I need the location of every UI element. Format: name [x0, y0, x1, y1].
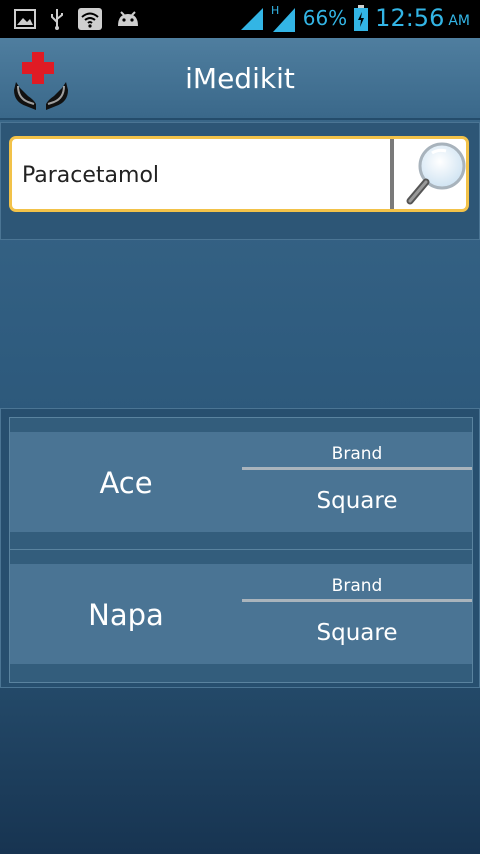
image-icon	[14, 9, 36, 29]
wifi-icon	[78, 8, 102, 30]
magnifier-icon	[406, 142, 466, 205]
clock-time: 12:56	[375, 4, 445, 32]
search-input[interactable]: Paracetamol	[22, 163, 159, 188]
result-card[interactable]: Napa Brand Square	[10, 564, 472, 664]
battery-charging-icon	[353, 5, 369, 31]
brand-label: Brand	[331, 444, 383, 464]
results-list: Ace Brand Square Napa Brand Square	[0, 408, 480, 688]
app-bar: iMedikit	[0, 38, 480, 120]
search-panel: Paracetamol	[0, 122, 480, 240]
usb-icon	[50, 8, 64, 30]
network-type: H	[271, 4, 279, 17]
brand-value: Square	[316, 488, 398, 514]
brand-label: Brand	[331, 576, 383, 596]
brand-divider	[242, 599, 472, 602]
search-button[interactable]	[398, 139, 466, 209]
search-field[interactable]: Paracetamol	[9, 136, 469, 212]
drug-name: Napa	[88, 598, 164, 632]
signal-icon	[240, 6, 265, 30]
search-divider	[390, 139, 394, 209]
android-icon	[116, 10, 140, 28]
brand-divider	[242, 467, 472, 470]
drug-name: Ace	[99, 466, 153, 500]
status-bar: H 66% 12:56 AM	[0, 0, 480, 38]
list-item[interactable]: Ace Brand Square	[9, 417, 473, 551]
brand-value: Square	[316, 620, 398, 646]
battery-percent: 66%	[302, 6, 348, 30]
list-item[interactable]: Napa Brand Square	[9, 549, 473, 683]
result-card[interactable]: Ace Brand Square	[10, 432, 472, 532]
clock-ampm: AM	[448, 13, 470, 29]
app-title: iMedikit	[185, 62, 295, 95]
signal-h-icon: H	[271, 4, 297, 32]
